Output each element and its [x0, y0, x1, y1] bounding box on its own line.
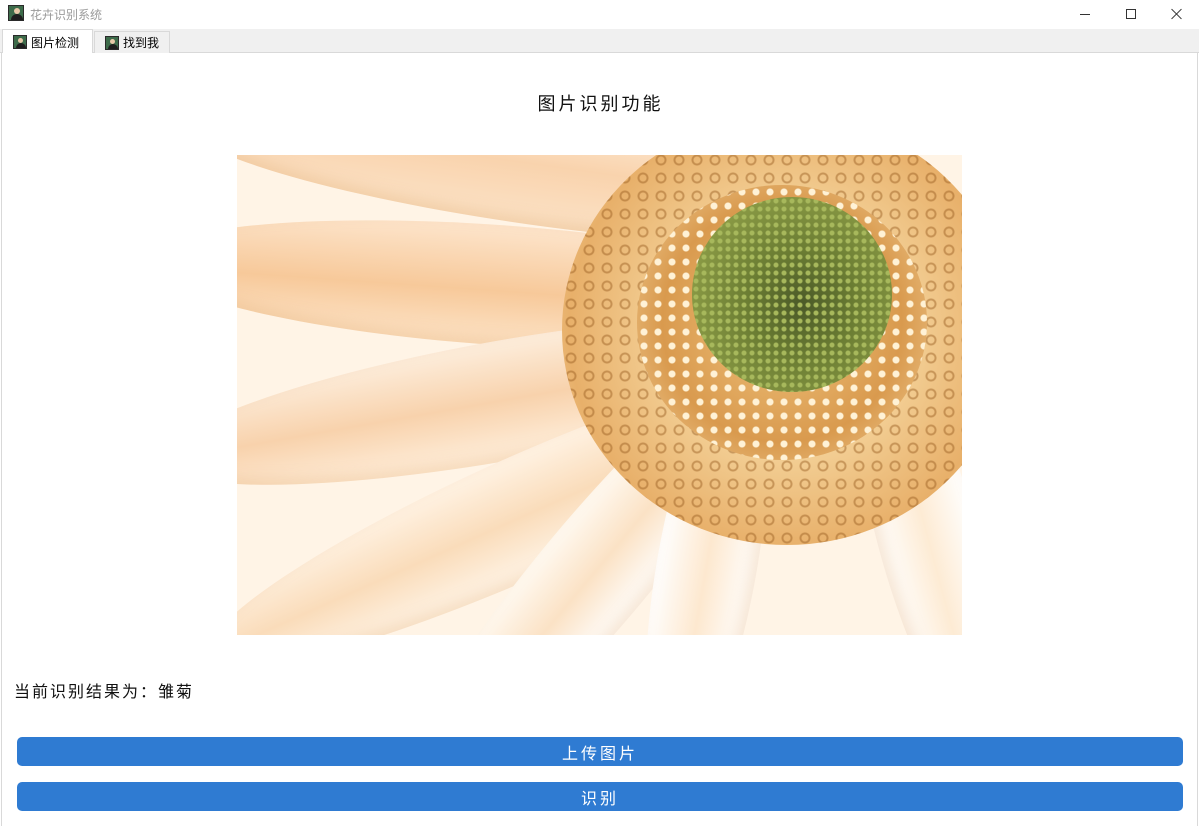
tab-content-panel: 图片识别功能 当前识别结果为：雏菊 上传图片 识别 [1, 53, 1198, 826]
close-icon [1171, 8, 1183, 20]
recognize-button[interactable]: 识别 [17, 782, 1183, 811]
close-button[interactable] [1154, 0, 1199, 28]
upload-image-button[interactable]: 上传图片 [17, 737, 1183, 766]
tab-bar: 图片检测 找到我 [0, 29, 1199, 54]
minimize-button[interactable] [1062, 0, 1108, 28]
app-window: 花卉识别系统 图片检测 找到我 图片识别功能 当前识别结果为：雏菊 上传图片 识… [0, 0, 1199, 826]
window-title: 花卉识别系统 [30, 8, 103, 22]
maximize-button[interactable] [1108, 0, 1154, 28]
tab-image-detection[interactable]: 图片检测 [2, 29, 93, 54]
app-icon [8, 5, 24, 21]
user-photo-icon [13, 35, 27, 49]
recognition-result: 当前识别结果为：雏菊 [14, 682, 195, 701]
tab-find-me[interactable]: 找到我 [94, 31, 170, 53]
user-photo-icon [105, 35, 119, 50]
title-bar[interactable]: 花卉识别系统 [0, 0, 1199, 28]
tab-label: 图片检测 [31, 35, 80, 50]
page-title: 图片识别功能 [537, 94, 664, 115]
minimize-icon [1080, 13, 1090, 15]
maximize-icon [1126, 9, 1136, 19]
tab-label: 找到我 [123, 36, 160, 50]
flower-image [237, 155, 962, 635]
